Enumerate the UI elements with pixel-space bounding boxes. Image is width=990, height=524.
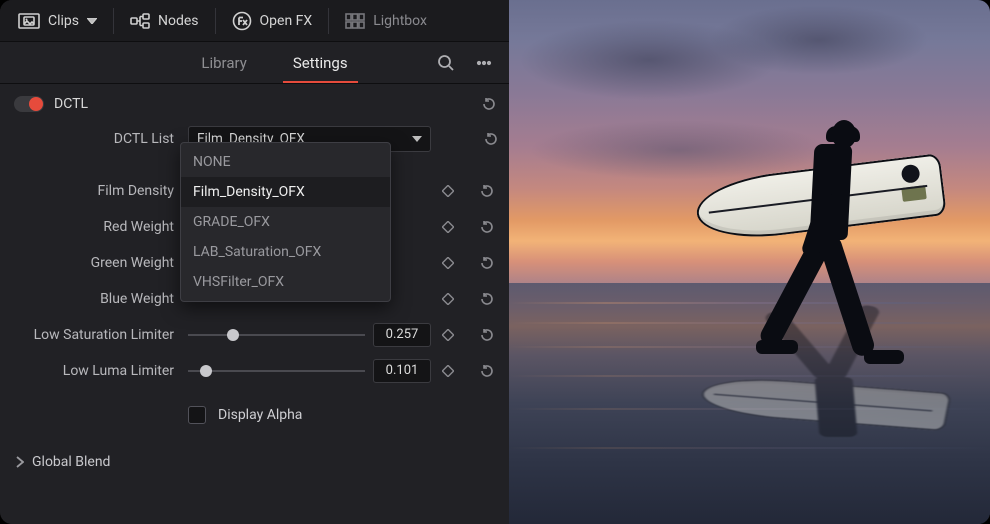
search-button[interactable]: [429, 46, 463, 80]
tab-library[interactable]: Library: [183, 42, 264, 83]
low-luma-slider[interactable]: [188, 361, 365, 381]
reset-icon: [479, 183, 495, 199]
app-window: Clips Nodes Open FX Lightbox Lib: [0, 0, 990, 524]
search-icon: [437, 54, 455, 72]
inspector-panel: Clips Nodes Open FX Lightbox Lib: [0, 0, 509, 524]
display-alpha-label: Display Alpha: [218, 407, 302, 423]
low-luma-keyframe[interactable]: [441, 364, 455, 378]
dctl-option[interactable]: LAB_Saturation_OFX: [181, 237, 390, 267]
dctl-option[interactable]: Film_Density_OFX: [181, 177, 390, 207]
more-icon: [475, 54, 493, 72]
reset-icon: [479, 327, 495, 343]
tabs: Library Settings: [120, 42, 429, 83]
low-sat-label: Low Saturation Limiter: [10, 327, 178, 343]
effect-name: DCTL: [54, 96, 88, 112]
fx-icon: [232, 11, 252, 31]
separator: [328, 8, 329, 34]
param-display-alpha: Display Alpha: [10, 398, 499, 432]
nodes-icon: [130, 13, 150, 29]
low-luma-reset[interactable]: [475, 363, 499, 379]
dctl-option[interactable]: VHSFilter_OFX: [181, 267, 390, 297]
separator: [215, 8, 216, 34]
low-sat-reset[interactable]: [475, 327, 499, 343]
separator: [113, 8, 114, 34]
preview-image: [509, 0, 990, 524]
reset-icon: [479, 363, 495, 379]
settings-body: DCTL DCTL List Film_Density_OFX: [0, 84, 509, 524]
low-luma-label: Low Luma Limiter: [10, 363, 178, 379]
film-density-label: Film Density: [10, 183, 178, 199]
viewer: [509, 0, 990, 524]
effect-toggle[interactable]: [14, 96, 44, 112]
green-weight-reset[interactable]: [475, 255, 499, 271]
display-alpha-checkbox[interactable]: [188, 406, 206, 424]
dctl-option[interactable]: GRADE_OFX: [181, 207, 390, 237]
low-sat-value[interactable]: 0.257: [373, 323, 431, 347]
tab-settings[interactable]: Settings: [275, 42, 366, 83]
reset-icon: [479, 255, 495, 271]
nodes-button[interactable]: Nodes: [120, 0, 209, 41]
red-weight-keyframe[interactable]: [441, 220, 455, 234]
chevron-down-icon: [412, 136, 422, 142]
effect-header: DCTL: [10, 92, 499, 118]
reset-icon: [481, 96, 497, 112]
nodes-label: Nodes: [158, 13, 199, 29]
more-button[interactable]: [467, 46, 501, 80]
clips-icon: [18, 13, 40, 29]
green-weight-label: Green Weight: [10, 255, 178, 271]
blue-weight-label: Blue Weight: [10, 291, 178, 307]
dctl-list-label: DCTL List: [10, 131, 178, 147]
openfx-label: Open FX: [260, 13, 313, 29]
film-density-keyframe[interactable]: [441, 184, 455, 198]
lightbox-icon: [345, 13, 365, 29]
low-luma-value[interactable]: 0.101: [373, 359, 431, 383]
blue-weight-keyframe[interactable]: [441, 292, 455, 306]
dctl-list-reset[interactable]: [483, 131, 499, 147]
chevron-down-icon: [87, 18, 97, 24]
dctl-list-popup: NONE Film_Density_OFX GRADE_OFX LAB_Satu…: [180, 142, 391, 302]
global-blend-label: Global Blend: [32, 454, 110, 470]
section-global-blend[interactable]: Global Blend: [10, 444, 499, 480]
reset-icon: [479, 291, 495, 307]
reset-icon: [483, 131, 499, 147]
dctl-option[interactable]: NONE: [181, 147, 390, 177]
chevron-right-icon: [16, 456, 24, 468]
tabs-row: Library Settings: [0, 42, 509, 84]
openfx-button[interactable]: Open FX: [222, 0, 323, 41]
reset-icon: [479, 219, 495, 235]
blue-weight-reset[interactable]: [475, 291, 499, 307]
clips-label: Clips: [48, 13, 79, 29]
effect-reset[interactable]: [481, 96, 497, 112]
film-density-reset[interactable]: [475, 183, 499, 199]
green-weight-keyframe[interactable]: [441, 256, 455, 270]
top-toolbar: Clips Nodes Open FX Lightbox: [0, 0, 509, 42]
param-low-luma: Low Luma Limiter 0.101: [10, 356, 499, 386]
red-weight-reset[interactable]: [475, 219, 499, 235]
red-weight-label: Red Weight: [10, 219, 178, 235]
low-sat-slider[interactable]: [188, 325, 365, 345]
clips-button[interactable]: Clips: [8, 0, 107, 41]
lightbox-button[interactable]: Lightbox: [335, 0, 437, 41]
low-sat-keyframe[interactable]: [441, 328, 455, 342]
lightbox-label: Lightbox: [373, 13, 427, 29]
param-low-sat: Low Saturation Limiter 0.257: [10, 320, 499, 350]
